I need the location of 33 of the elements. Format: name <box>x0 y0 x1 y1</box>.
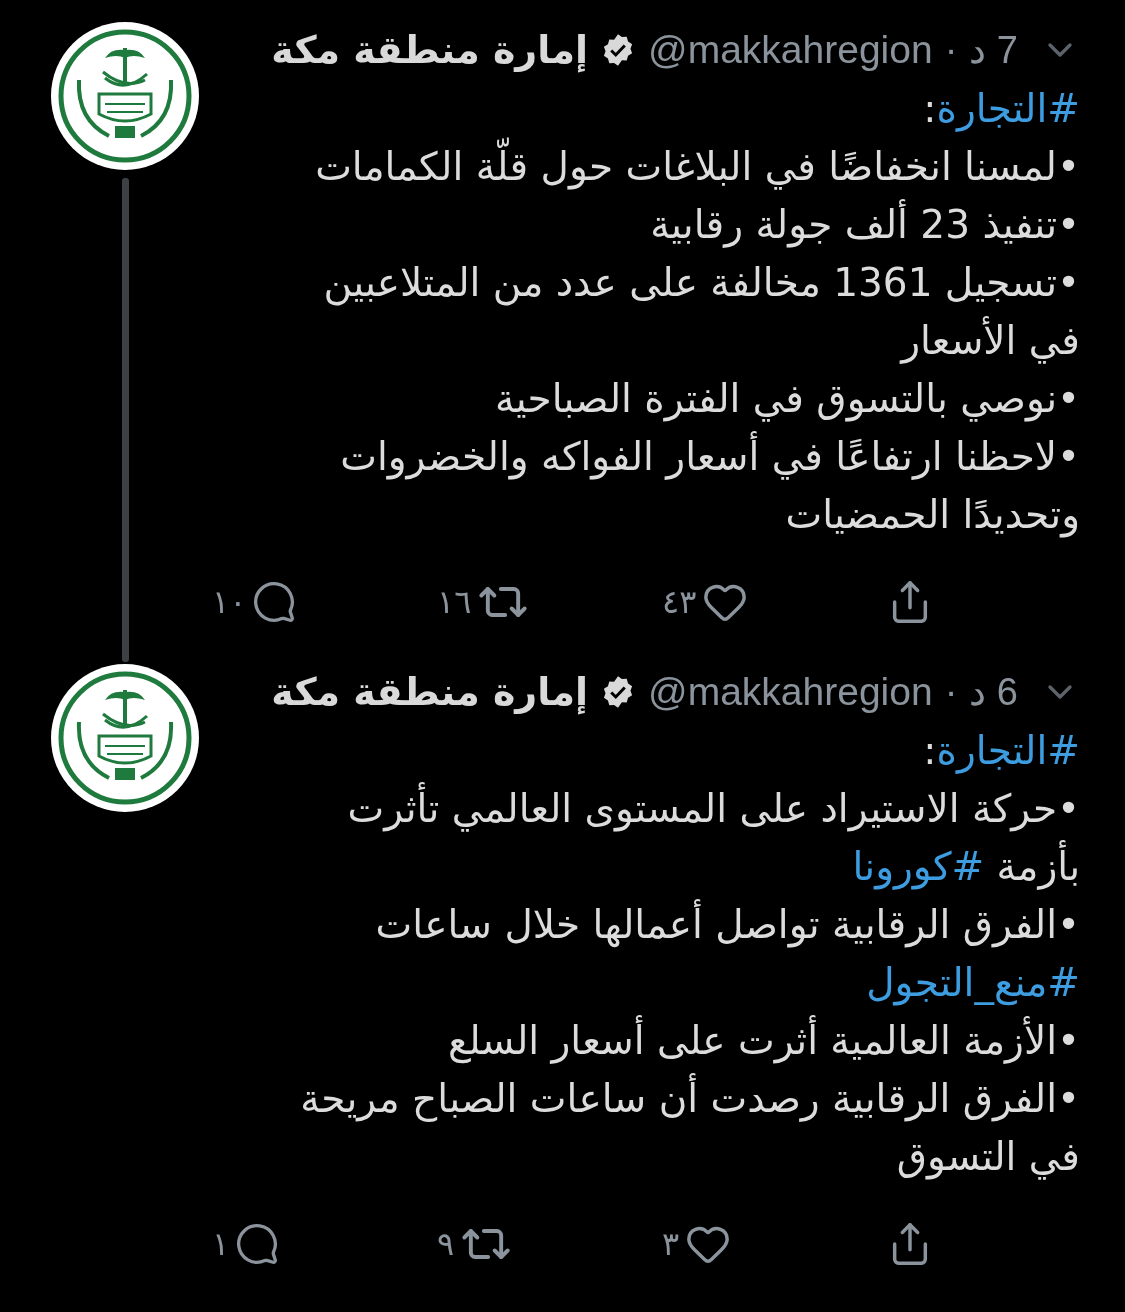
reply-button[interactable]: ١ <box>212 1222 437 1266</box>
separator-dot: · <box>944 670 958 714</box>
reply-icon <box>252 580 297 624</box>
tweet-text: •لاحظنا ارتفاعًا في أسعار الفواكه والخضروات وتحديدًا الحمضيات <box>220 428 1080 544</box>
hashtag-link[interactable]: #منع_التجول <box>866 960 1080 1005</box>
tweet-text: •الفرق الرقابية رصدت أن ساعات الصباح مريحة في التسوق <box>220 1070 1080 1186</box>
reply-icon <box>235 1222 280 1266</box>
hashtag-link[interactable]: #كورونا <box>852 844 985 889</box>
account-name[interactable]: إمارة منطقة مكة <box>271 670 589 714</box>
emblem-icon <box>49 662 201 814</box>
retweet-button[interactable]: ١٦ <box>437 576 662 628</box>
separator-dot: · <box>944 28 958 72</box>
tweet-text: •الفرق الرقابية تواصل أعمالها خلال ساعات #منع_التجول <box>220 896 1080 1012</box>
tweet-text: •تسجيل 1361 مخالفة على عدد من المتلاعبين في الأسعار <box>322 259 1080 366</box>
tweet-text: •تنفيذ 23 ألف جولة رقابية <box>220 196 1080 254</box>
account-handle[interactable]: @makkahregion <box>648 28 933 72</box>
tweet-text: •الأزمة العالمية أثرت على أسعار السلع <box>220 1012 1080 1070</box>
retweet-button[interactable]: ٩ <box>437 1218 662 1270</box>
account-name[interactable]: إمارة منطقة مكة <box>271 28 589 72</box>
like-button[interactable]: ٤٣ <box>662 579 887 625</box>
emblem-icon <box>49 20 201 172</box>
hashtag-link[interactable]: #التجارة <box>936 86 1080 131</box>
tweet-text: •لمسنا انخفاضًا في البلاغات حول قلّة الكمامات <box>220 138 1080 196</box>
tweet-time: 6 د <box>969 670 1018 714</box>
tweet-time: 7 د <box>969 28 1018 72</box>
hashtag-link[interactable]: #التجارة <box>936 728 1080 773</box>
reply-button[interactable]: ١٠ <box>212 580 437 624</box>
tweet-text: •نوصي بالتسوق في الفترة الصباحية <box>493 375 1080 424</box>
account-handle[interactable]: @makkahregion <box>648 670 933 714</box>
tweet-text: #التجارة: <box>922 727 1080 776</box>
like-button[interactable]: ٣ <box>662 1221 887 1267</box>
tweet-text: #التجارة: <box>922 85 1080 134</box>
tweet-text: •حركة الاستيراد على المستوى العالمي تأثرت بأزمة #كورونا <box>220 780 1080 896</box>
